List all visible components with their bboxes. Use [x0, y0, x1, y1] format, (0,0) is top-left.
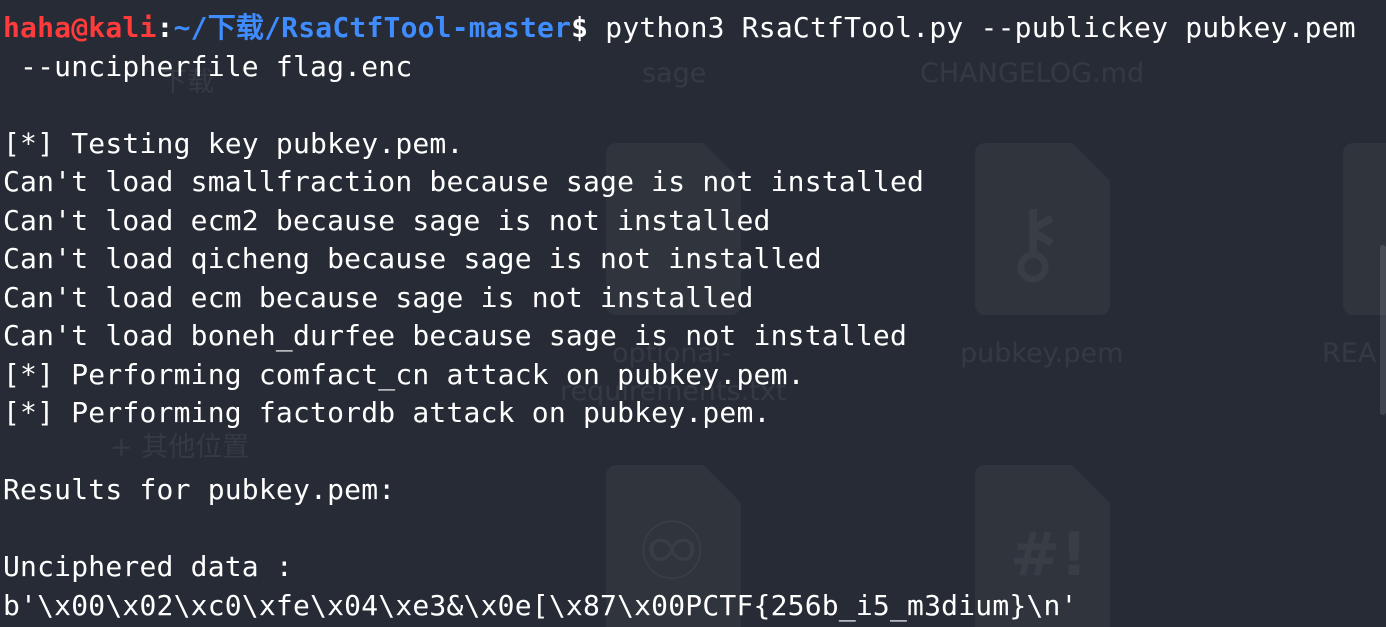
output-line: Can't load ecm because sage is not insta…	[3, 281, 754, 314]
prompt-colon: :	[156, 11, 174, 44]
output-line: Can't load boneh_durfee because sage is …	[3, 319, 908, 352]
results-header: Results for pubkey.pem:	[3, 473, 396, 506]
unciphered-value: b'\x00\x02\xc0\xfe\x04\xe3&\x0e[\x87\x00…	[3, 589, 1078, 622]
terminal-window[interactable]: 下载 sage CHANGELOG.md ⚷ optional- require…	[0, 0, 1386, 627]
command-text: python3 RsaCtfTool.py --publickey pubkey…	[588, 11, 1356, 44]
unciphered-label: Unciphered data :	[3, 550, 293, 583]
output-line: [*] Performing factordb attack on pubkey…	[3, 396, 771, 429]
output-line: Can't load qicheng because sage is not i…	[3, 242, 822, 275]
output-line: Can't load smallfraction because sage is…	[3, 165, 925, 198]
prompt-user-host: haha@kali	[3, 11, 157, 44]
prompt-path: ~/下载/RsaCtfTool-master	[173, 11, 572, 44]
terminal-output[interactable]: haha@kali:~/下载/RsaCtfTool-master$ python…	[0, 0, 1386, 627]
command-line: haha@kali:~/下载/RsaCtfTool-master$ python…	[3, 9, 1356, 47]
output-line: [*] Performing comfact_cn attack on pubk…	[3, 358, 805, 391]
prompt-dollar: $	[571, 11, 589, 44]
output-line: [*] Testing key pubkey.pem.	[3, 127, 464, 160]
output-line: Can't load ecm2 because sage is not inst…	[3, 204, 771, 237]
command-continuation: --uncipherfile flag.enc	[3, 50, 413, 83]
